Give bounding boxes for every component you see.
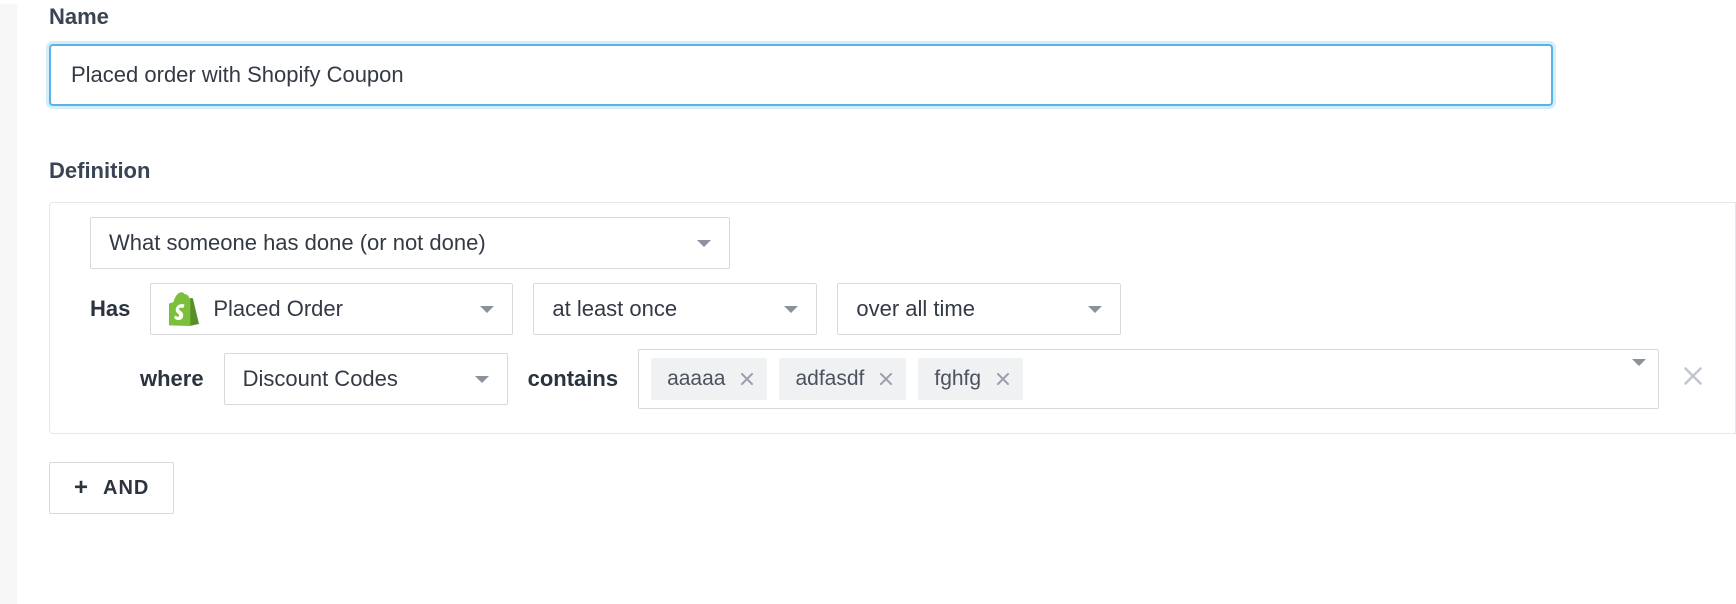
shopify-icon xyxy=(169,292,199,326)
and-button-label: AND xyxy=(103,477,149,500)
event-select[interactable]: Placed Order xyxy=(150,283,513,335)
caret-down-icon xyxy=(697,240,711,247)
value-tag: adfasdf xyxy=(779,358,906,400)
caret-down-icon xyxy=(784,306,798,313)
frequency-label: at least once xyxy=(552,296,677,322)
remove-tag-icon[interactable] xyxy=(878,371,894,387)
values-tags-input[interactable]: aaaaa adfasdf fghfg xyxy=(638,349,1659,409)
definition-block: What someone has done (or not done) Has … xyxy=(49,202,1736,434)
condition-type-select[interactable]: What someone has done (or not done) xyxy=(90,217,730,269)
definition-label: Definition xyxy=(49,158,1736,184)
tag-text: adfasdf xyxy=(795,367,864,391)
caret-down-icon xyxy=(475,376,489,383)
tag-text: aaaaa xyxy=(667,367,725,391)
plus-icon: + xyxy=(74,476,89,500)
caret-down-icon xyxy=(1088,306,1102,313)
tag-text: fghfg xyxy=(934,367,981,391)
condition-type-label: What someone has done (or not done) xyxy=(109,230,486,256)
property-select[interactable]: Discount Codes xyxy=(224,353,508,405)
property-label: Discount Codes xyxy=(243,366,398,392)
segment-name-input[interactable] xyxy=(49,44,1553,106)
timeframe-label: over all time xyxy=(856,296,975,322)
add-and-condition-button[interactable]: + AND xyxy=(49,462,174,514)
remove-tag-icon[interactable] xyxy=(995,371,1011,387)
left-gutter xyxy=(0,4,17,604)
has-label: Has xyxy=(90,296,130,322)
where-label: where xyxy=(140,366,204,392)
event-label: Placed Order xyxy=(213,296,343,322)
frequency-select[interactable]: at least once xyxy=(533,283,817,335)
remove-condition-icon[interactable] xyxy=(1679,365,1707,393)
caret-down-icon xyxy=(480,306,494,313)
remove-tag-icon[interactable] xyxy=(739,371,755,387)
timeframe-select[interactable]: over all time xyxy=(837,283,1121,335)
caret-down-icon xyxy=(1632,359,1646,391)
name-label: Name xyxy=(49,4,1736,30)
operator-label: contains xyxy=(528,366,618,392)
value-tag: fghfg xyxy=(918,358,1023,400)
value-tag: aaaaa xyxy=(651,358,767,400)
